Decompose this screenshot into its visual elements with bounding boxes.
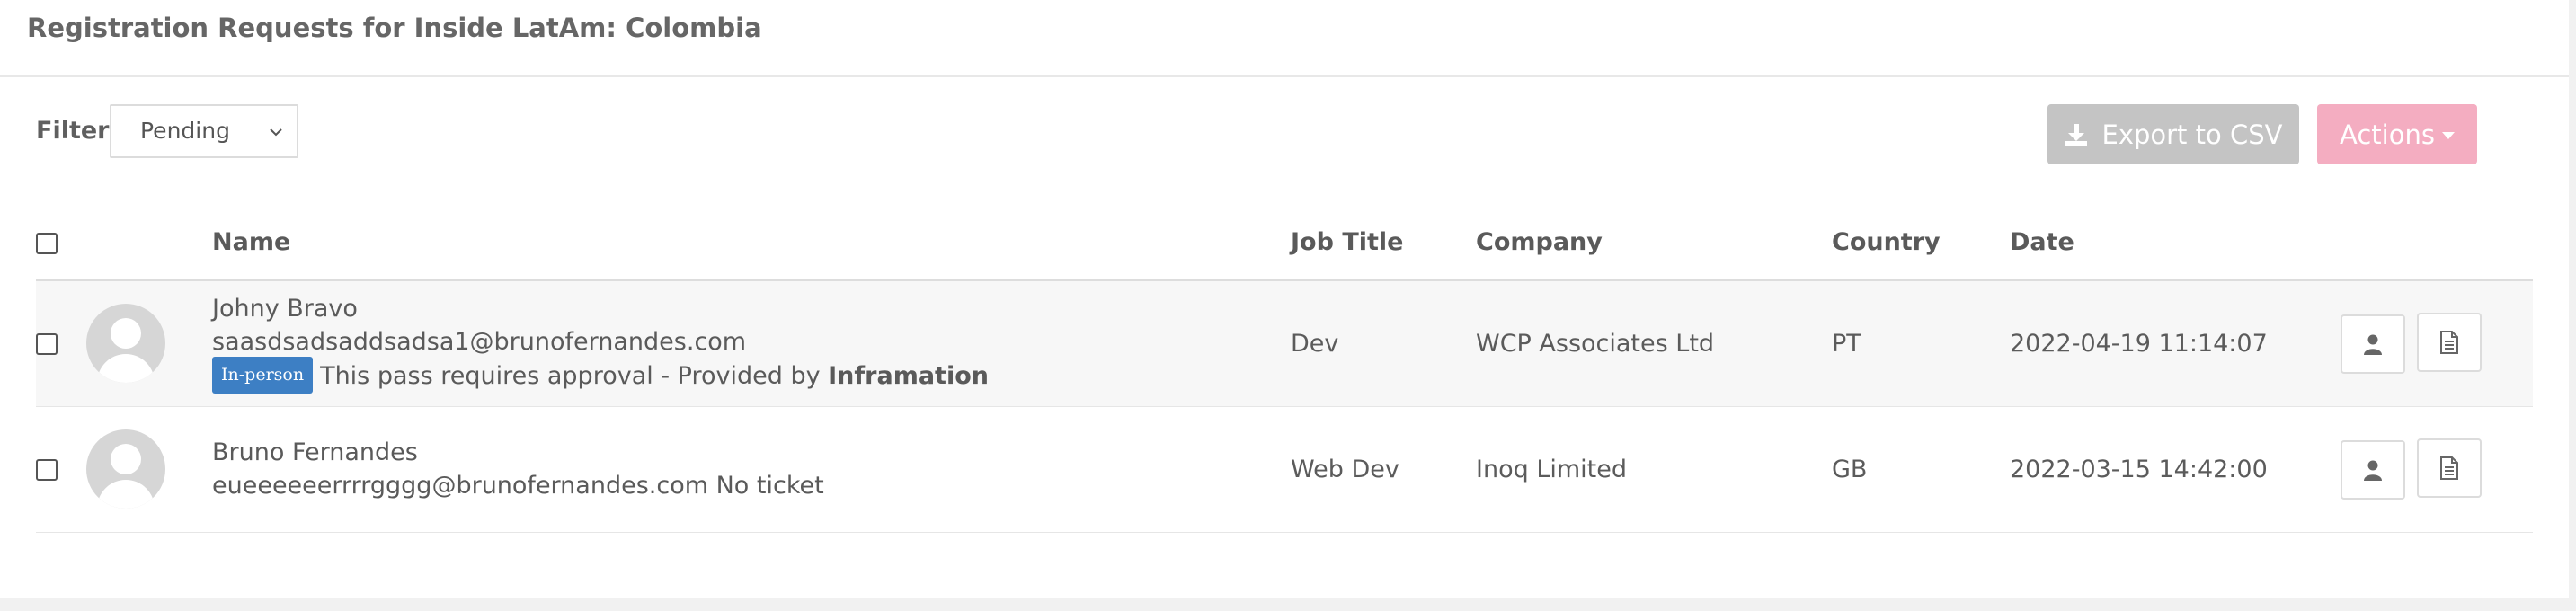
actions-label: Actions (2340, 119, 2435, 150)
row-checkbox[interactable] (36, 459, 58, 481)
header-name[interactable]: Name (212, 205, 1291, 281)
job-title-cell: Dev (1291, 280, 1476, 407)
view-document-button[interactable] (2416, 313, 2482, 373)
view-document-button[interactable] (2416, 438, 2482, 498)
filter-label: Filter: (36, 117, 120, 145)
header-date[interactable]: Date (2010, 205, 2337, 281)
table-row: Johny Bravo saasdsadsaddsadsa1@brunofern… (36, 280, 2533, 407)
panel-header: Registration Requests for Inside LatAm: … (0, 0, 2569, 77)
registrant-email: saasdsadsaddsadsa1@brunofernandes.com (212, 327, 747, 356)
ticket-status: No ticket (715, 472, 824, 500)
export-csv-label: Export to CSV (2101, 119, 2283, 150)
registration-requests-panel: Registration Requests for Inside LatAm: … (0, 0, 2569, 598)
avatar (86, 304, 165, 384)
toolbar: Filter: Pending Export to CSV Actions (36, 104, 2569, 167)
row-actions-cell (2337, 280, 2533, 407)
select-all-checkbox[interactable] (36, 232, 58, 254)
caret-down-icon (2441, 132, 2455, 139)
date-cell: 2022-03-15 14:42:00 (2010, 406, 2337, 533)
registrant-cell: Johny Bravo saasdsadsaddsadsa1@brunofern… (212, 280, 1291, 407)
view-profile-button[interactable] (2341, 314, 2405, 375)
user-icon (2364, 460, 2382, 481)
row-checkbox[interactable] (36, 333, 58, 356)
actions-dropdown-button[interactable]: Actions (2317, 104, 2477, 164)
job-title-cell: Web Dev (1291, 406, 1476, 533)
filter-selected-value: Pending (140, 118, 230, 144)
document-icon (2439, 331, 2458, 355)
country-cell: PT (1832, 280, 2010, 407)
filter-select[interactable]: Pending (110, 104, 298, 158)
approval-note-text: This pass requires approval - Provided b… (320, 361, 829, 390)
table-row: Bruno Fernandes eueeeeeerrrrgggg@brunofe… (36, 406, 2533, 533)
avatar (86, 429, 165, 509)
approval-note: In-person This pass requires approval - P… (212, 356, 1291, 395)
header-job-title[interactable]: Job Title (1291, 205, 1476, 281)
header-company[interactable]: Company (1476, 205, 1832, 281)
registrations-table: Name Job Title Company Country Date John… (36, 205, 2533, 533)
export-csv-button[interactable]: Export to CSV (2047, 104, 2299, 164)
company-cell: Inoq Limited (1476, 406, 1832, 533)
country-cell: GB (1832, 406, 2010, 533)
avatar-header (86, 205, 212, 281)
registrant-email-line: eueeeeeerrrrgggg@brunofernandes.com No t… (212, 469, 1291, 502)
download-icon (2065, 123, 2087, 146)
chevron-down-icon (270, 128, 282, 137)
date-cell: 2022-04-19 11:14:07 (2010, 280, 2337, 407)
select-all-cell (36, 205, 86, 281)
in-person-badge: In-person (212, 356, 314, 394)
provider-name: Inframation (828, 361, 989, 390)
row-actions-cell (2337, 406, 2533, 533)
view-profile-button[interactable] (2341, 440, 2405, 500)
registrant-name: Bruno Fernandes (212, 438, 418, 466)
registrant-email: eueeeeeerrrrgggg@brunofernandes.com (212, 472, 709, 500)
registrant-cell: Bruno Fernandes eueeeeeerrrrgggg@brunofe… (212, 406, 1291, 533)
page-title: Registration Requests for Inside LatAm: … (27, 13, 762, 43)
header-country[interactable]: Country (1832, 205, 2010, 281)
table-header-row: Name Job Title Company Country Date (36, 205, 2533, 281)
actions-header (2337, 205, 2533, 281)
registrant-name: Johny Bravo (212, 294, 358, 323)
document-icon (2439, 456, 2458, 480)
company-cell: WCP Associates Ltd (1476, 280, 1832, 407)
user-icon (2364, 334, 2382, 356)
